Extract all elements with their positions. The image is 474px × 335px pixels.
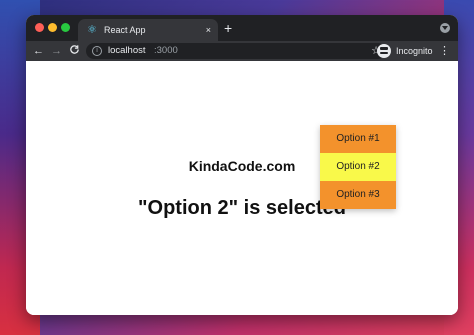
browser-toolbar: ← → i localhost :3000 ☆ Incognito ⋮ xyxy=(26,41,458,61)
reload-icon-svg xyxy=(70,45,79,54)
zoom-window-button[interactable] xyxy=(61,23,70,32)
reload-icon[interactable] xyxy=(69,44,80,59)
options-menu: Option #1 Option #2 Option #3 xyxy=(320,125,396,209)
forward-arrow-icon[interactable]: → xyxy=(51,44,62,58)
tab-search-icon[interactable] xyxy=(440,23,450,33)
close-tab-icon[interactable]: × xyxy=(206,24,211,36)
minimize-window-button[interactable] xyxy=(48,23,57,32)
url-host: localhost xyxy=(108,45,146,56)
browser-menu-icon[interactable]: ⋮ xyxy=(439,44,450,58)
address-bar[interactable]: i localhost :3000 ☆ xyxy=(86,43,386,59)
new-tab-button[interactable]: + xyxy=(224,20,232,36)
close-window-button[interactable] xyxy=(35,23,44,32)
menu-item-option-3[interactable]: Option #3 xyxy=(320,181,396,209)
react-favicon-icon: ⚛ xyxy=(87,24,97,36)
tab-bar: ⚛ React App × + xyxy=(26,15,458,41)
menu-item-option-2[interactable]: Option #2 xyxy=(320,153,396,181)
url-port: :3000 xyxy=(154,45,178,56)
site-info-icon[interactable]: i xyxy=(92,46,102,56)
tab-react-app[interactable]: ⚛ React App × xyxy=(78,19,218,41)
incognito-label: Incognito xyxy=(396,46,433,56)
incognito-icon xyxy=(377,44,391,58)
page-content: KindaCode.com "Option 2" is selected Opt… xyxy=(26,61,458,315)
browser-window: ⚛ React App × + ← → i localhost :3000 ☆ … xyxy=(26,15,458,315)
menu-item-option-1[interactable]: Option #1 xyxy=(320,125,396,153)
tab-title: React App xyxy=(104,25,146,35)
back-arrow-icon[interactable]: ← xyxy=(33,44,44,58)
